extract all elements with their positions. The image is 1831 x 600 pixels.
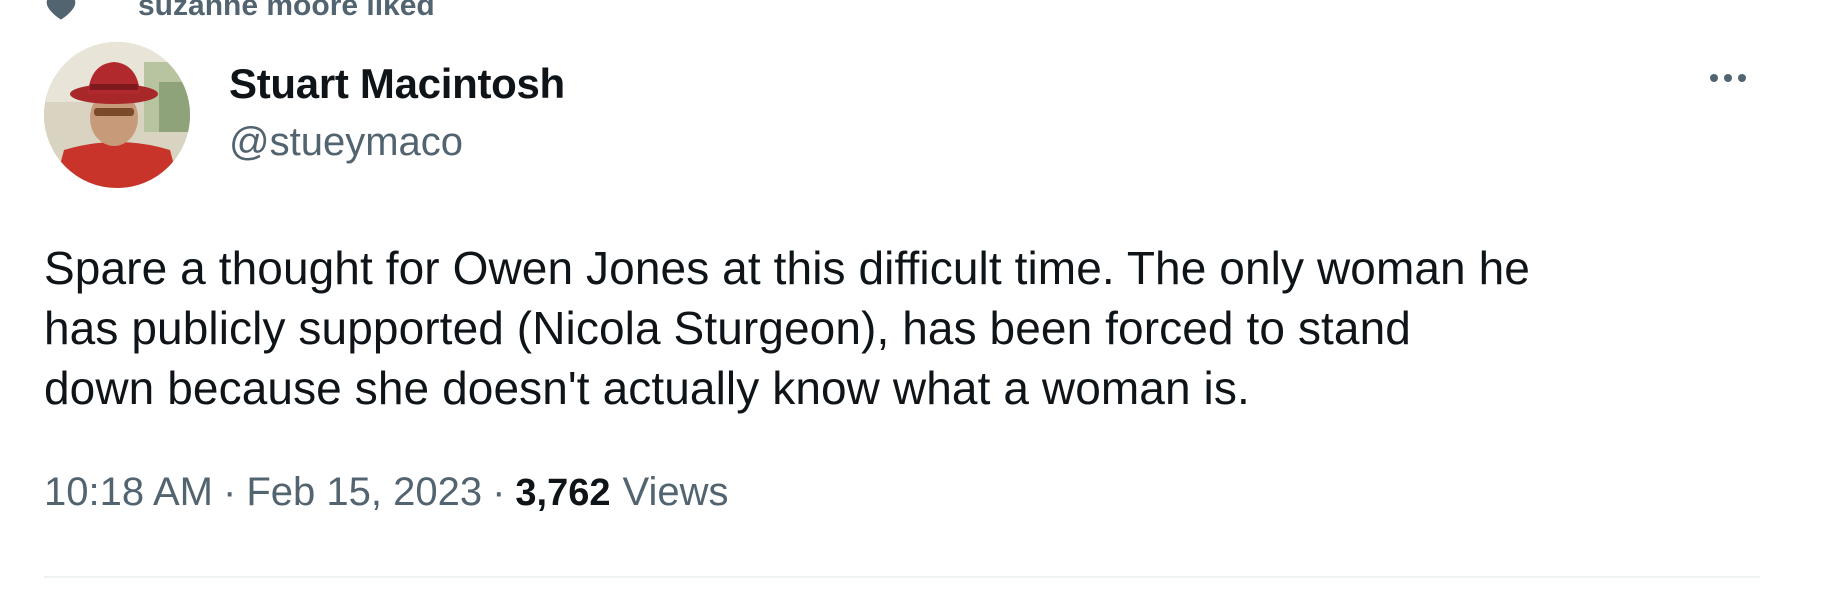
tweet-text: Spare a thought for Owen Jones at this d… bbox=[44, 238, 1764, 418]
tweet-text-line: has publicly supported (Nicola Sturgeon)… bbox=[44, 302, 1411, 354]
meta-separator: · bbox=[492, 470, 506, 514]
tweet-meta: 10:18 AM · Feb 15, 2023 · 3,762 Views bbox=[44, 470, 729, 515]
divider bbox=[44, 576, 1760, 578]
avatar[interactable] bbox=[44, 42, 190, 188]
views-count: 3,762 bbox=[515, 472, 611, 514]
tweet-time[interactable]: 10:18 AM bbox=[44, 470, 213, 515]
author-handle[interactable]: @stueymaco bbox=[229, 120, 463, 165]
views-label: Views bbox=[622, 470, 729, 514]
tweet-text-line: Spare a thought for Owen Jones at this d… bbox=[44, 242, 1530, 294]
more-options-button[interactable] bbox=[1698, 62, 1758, 98]
tweet-text-line: down because she doesn't actually know w… bbox=[44, 362, 1250, 414]
author-display-name[interactable]: Stuart Macintosh bbox=[229, 60, 565, 108]
more-horizontal-icon bbox=[1706, 71, 1750, 89]
tweet-date[interactable]: Feb 15, 2023 bbox=[246, 470, 482, 515]
social-context: suzanne moore liked bbox=[44, 0, 435, 26]
social-context-label[interactable]: suzanne moore liked bbox=[138, 0, 435, 23]
heart-icon bbox=[44, 0, 78, 23]
meta-separator: · bbox=[223, 470, 237, 514]
